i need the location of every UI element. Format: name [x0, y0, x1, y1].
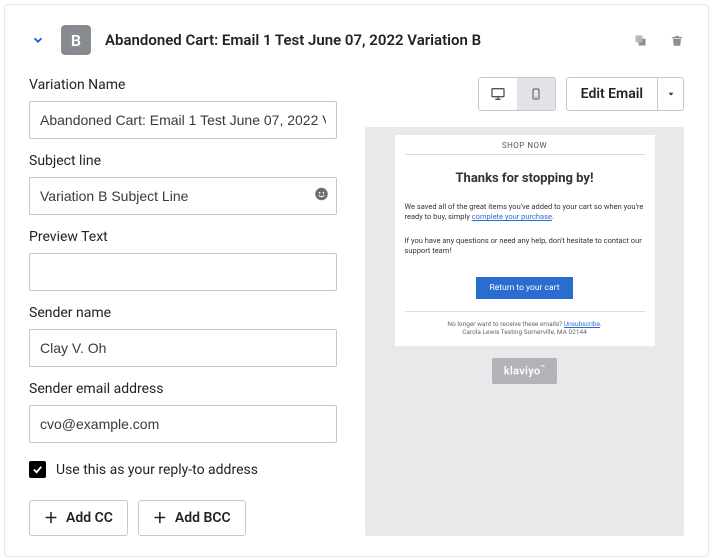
desktop-view-toggle[interactable] [479, 78, 517, 110]
sender-name-label: Sender name [29, 305, 337, 321]
variation-name-input[interactable] [29, 101, 337, 139]
email-nav-link: SHOP NOW [405, 141, 645, 155]
preview-toolbar: Edit Email [365, 77, 684, 111]
email-paragraph-2: If you have any questions or need any he… [405, 236, 645, 256]
email-configuration-card: B Abandoned Cart: Email 1 Test June 07, … [4, 4, 709, 557]
form-column: Variation Name Subject line Preview Text… [29, 77, 337, 536]
sender-name-input[interactable] [29, 329, 337, 367]
klaviyo-brand-chip: klaviyo™ [492, 358, 557, 384]
collapse-toggle[interactable] [29, 31, 47, 49]
email-headline: Thanks for stopping by! [405, 171, 645, 186]
email-unsubscribe-link: Unsubscribe [564, 320, 600, 328]
device-toggle [478, 77, 556, 111]
preview-column: Edit Email SHOP NOW Thanks for stopping … [365, 77, 684, 536]
sender-email-input[interactable] [29, 405, 337, 443]
preview-text-input[interactable] [29, 253, 337, 291]
subject-line-input[interactable] [29, 177, 337, 215]
email-paragraph-1: We saved all of the great items you've a… [405, 202, 645, 222]
trash-icon[interactable] [670, 33, 684, 48]
preview-text-label: Preview Text [29, 229, 337, 245]
edit-email-button[interactable]: Edit Email [566, 77, 658, 111]
plus-icon: ＋ [44, 508, 58, 528]
reply-to-label: Use this as your reply-to address [56, 462, 258, 478]
variation-name-label: Variation Name [29, 77, 337, 93]
reply-to-row: Use this as your reply-to address [29, 461, 337, 478]
email-cta-button: Return to your cart [476, 277, 574, 299]
card-title: Abandoned Cart: Email 1 Test June 07, 20… [105, 31, 633, 49]
email-preview-area: SHOP NOW Thanks for stopping by! We save… [365, 127, 684, 536]
edit-email-label: Edit Email [581, 86, 643, 102]
mobile-view-toggle[interactable] [517, 78, 555, 110]
email-footer: No longer want to receive these emails? … [405, 311, 645, 337]
email-preview-body: SHOP NOW Thanks for stopping by! We save… [395, 135, 655, 346]
edit-email-group: Edit Email [566, 77, 684, 111]
subject-line-label: Subject line [29, 153, 337, 169]
card-header-actions [633, 33, 684, 48]
edit-email-dropdown[interactable] [658, 77, 684, 111]
variation-badge: B [61, 25, 91, 55]
plus-icon: ＋ [153, 508, 167, 528]
add-cc-label: Add CC [66, 510, 113, 526]
reply-to-checkbox[interactable] [29, 461, 46, 478]
card-header: B Abandoned Cart: Email 1 Test June 07, … [29, 25, 684, 55]
email-complete-purchase-link: complete your purchase [472, 212, 552, 221]
sender-email-label: Sender email address [29, 381, 337, 397]
card-body: Variation Name Subject line Preview Text… [29, 77, 684, 536]
clone-icon[interactable] [633, 33, 648, 48]
add-bcc-label: Add BCC [175, 510, 231, 526]
emoji-picker-icon[interactable] [314, 187, 329, 206]
